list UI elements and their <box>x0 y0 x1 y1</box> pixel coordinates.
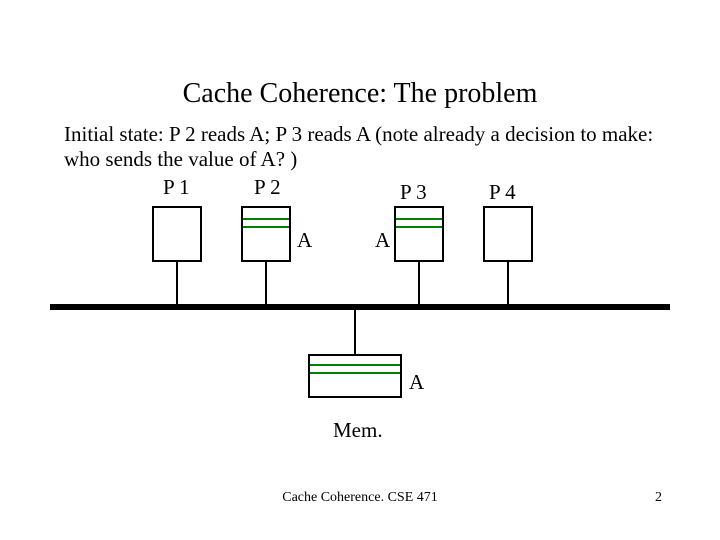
cache-p4 <box>483 206 533 262</box>
slide-title: Cache Coherence: The problem <box>0 78 720 110</box>
cache-p2 <box>241 206 291 262</box>
cache-p3-line1 <box>396 218 442 220</box>
memory-label: Mem. <box>333 418 383 443</box>
cache-p2-line1 <box>243 218 289 220</box>
memory-box <box>308 354 402 398</box>
conn-p4-bus <box>507 262 509 304</box>
memory-line2 <box>310 372 400 374</box>
footer-page-number: 2 <box>655 490 662 506</box>
system-bus <box>50 304 670 310</box>
memory-line1 <box>310 364 400 366</box>
footer-center: Cache Coherence. CSE 471 <box>0 490 720 506</box>
memory-entry: A <box>409 370 424 395</box>
cache-p3 <box>394 206 444 262</box>
cache-p2-entry: A <box>297 228 312 253</box>
label-p1: P 1 <box>163 175 190 200</box>
conn-p3-bus <box>418 262 420 304</box>
label-p2: P 2 <box>254 175 281 200</box>
cache-p3-entry: A <box>375 228 390 253</box>
conn-p1-bus <box>176 262 178 304</box>
cache-p3-line2 <box>396 226 442 228</box>
label-p4: P 4 <box>489 180 516 205</box>
slide-subtitle: Initial state: P 2 reads A; P 3 reads A … <box>64 122 664 172</box>
cache-p1 <box>152 206 202 262</box>
conn-p2-bus <box>265 262 267 304</box>
cache-p2-line2 <box>243 226 289 228</box>
label-p3: P 3 <box>400 180 427 205</box>
conn-bus-mem <box>354 310 356 354</box>
